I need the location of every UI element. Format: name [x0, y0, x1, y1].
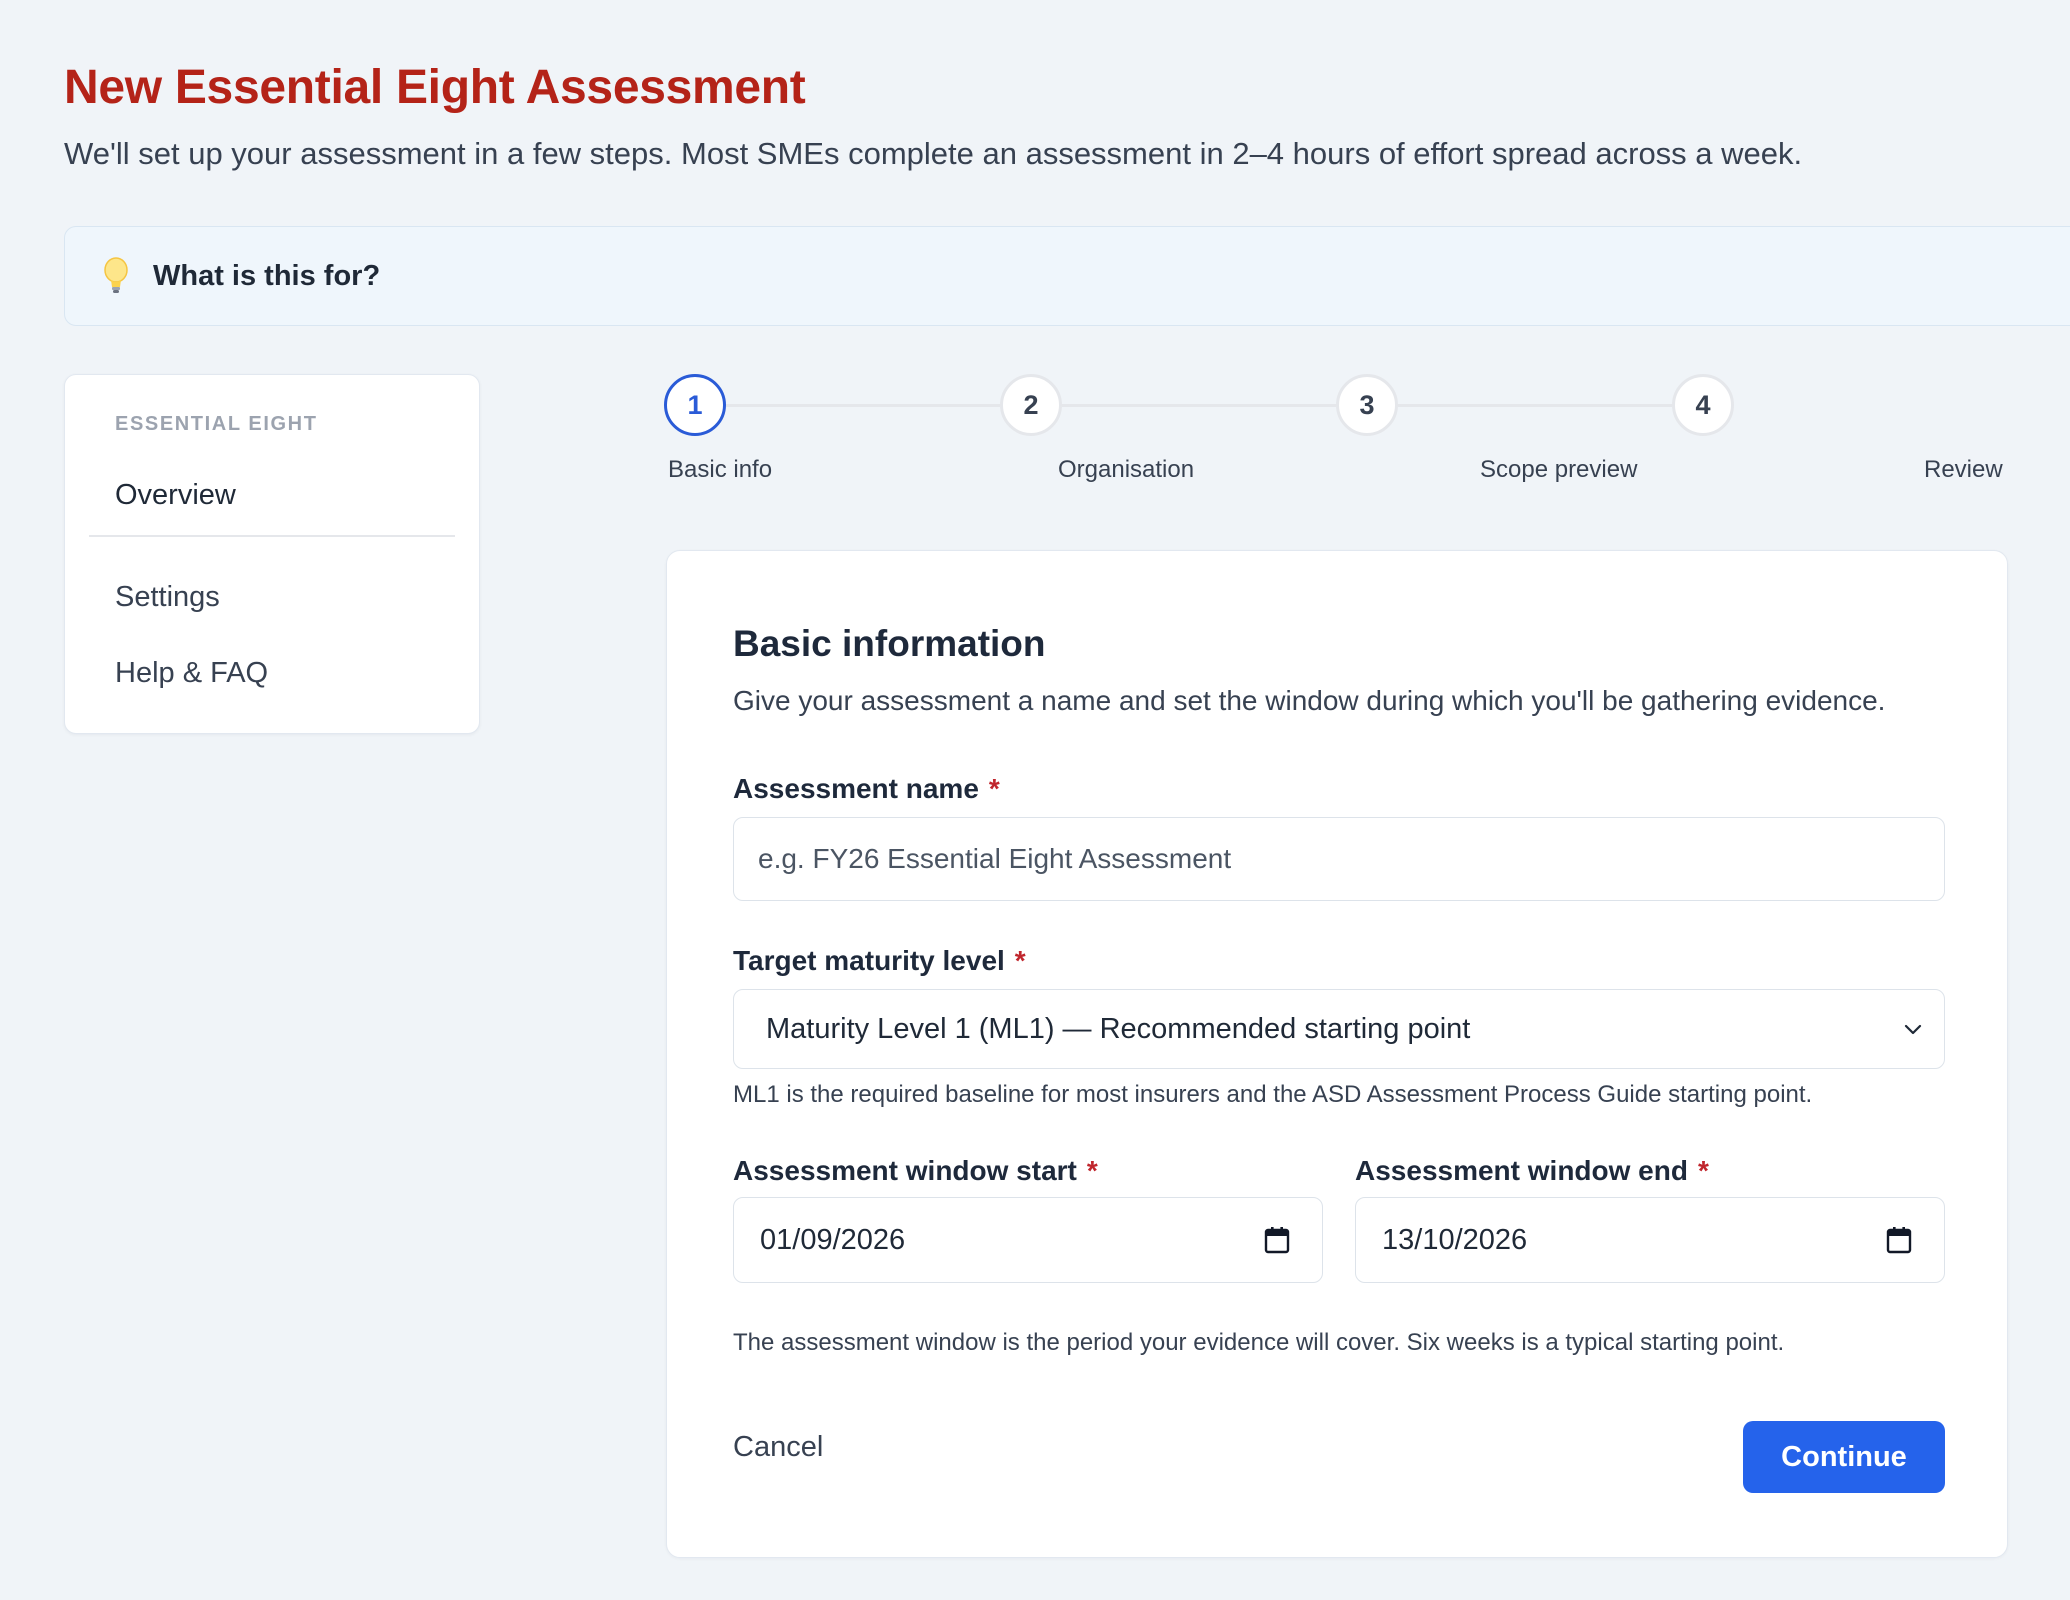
- progress-stepper: 1 2 3 4 Basic info Organisation Scope pr…: [664, 374, 2024, 494]
- step-3-label: Scope preview: [1480, 456, 1638, 483]
- step-connector: [726, 404, 1000, 407]
- required-marker: *: [1086, 1155, 1098, 1186]
- window-start-label-text: Assessment window start: [733, 1155, 1077, 1186]
- page-title: New Essential Eight Assessment: [64, 61, 806, 114]
- target-maturity-value: Maturity Level 1 (ML1) — Recommended sta…: [766, 1012, 1471, 1045]
- calendar-icon[interactable]: [1264, 1226, 1290, 1254]
- assessment-name-label-text: Assessment name: [733, 773, 979, 804]
- chevron-down-icon: [1904, 1024, 1922, 1035]
- target-maturity-label-text: Target maturity level: [733, 945, 1005, 976]
- assessment-name-label: Assessment name *: [733, 773, 1000, 805]
- window-end-date-input[interactable]: 13/10/2026: [1355, 1197, 1945, 1283]
- sidebar-divider: [89, 535, 455, 537]
- step-2-label: Organisation: [1058, 456, 1195, 483]
- sidebar-item-overview[interactable]: Overview: [115, 479, 236, 512]
- form-title: Basic information: [733, 623, 1046, 664]
- window-end-value: 13/10/2026: [1382, 1223, 1528, 1256]
- target-maturity-label: Target maturity level *: [733, 945, 1026, 977]
- banner-text: What is this for?: [153, 259, 381, 292]
- lightbulb-icon: [101, 256, 131, 296]
- step-1-label: Basic info: [668, 456, 773, 483]
- required-marker: *: [1697, 1155, 1709, 1186]
- step-2-indicator: 2: [1000, 374, 1062, 436]
- assessment-name-input[interactable]: [733, 817, 1945, 901]
- window-start-date-input[interactable]: 01/09/2026: [733, 1197, 1323, 1283]
- window-end-label-text: Assessment window end: [1355, 1155, 1688, 1186]
- step-4-label: Review: [1924, 456, 2003, 483]
- step-connector: [1398, 404, 1672, 407]
- target-maturity-select[interactable]: Maturity Level 1 (ML1) — Recommended sta…: [733, 989, 1945, 1069]
- required-marker: *: [988, 773, 1000, 804]
- window-start-value: 01/09/2026: [760, 1223, 906, 1256]
- step-1-indicator: 1: [664, 374, 726, 436]
- window-start-label: Assessment window start *: [733, 1155, 1098, 1187]
- maturity-help-text: ML1 is the required baseline for most in…: [733, 1081, 1813, 1108]
- step-connector: [1062, 404, 1336, 407]
- form-description: Give your assessment a name and set the …: [733, 685, 1886, 716]
- sidebar-item-settings[interactable]: Settings: [115, 581, 220, 614]
- info-banner[interactable]: What is this for?: [64, 226, 2070, 326]
- basic-info-card: Basic information Give your assessment a…: [666, 550, 2008, 1558]
- step-4-indicator: 4: [1672, 374, 1734, 436]
- window-help-text: The assessment window is the period your…: [733, 1329, 1785, 1356]
- continue-button[interactable]: Continue: [1743, 1421, 1945, 1493]
- sidebar-item-help-faq[interactable]: Help & FAQ: [115, 657, 268, 690]
- window-end-label: Assessment window end *: [1355, 1155, 1709, 1187]
- sidebar-section-label: ESSENTIAL EIGHT: [115, 413, 318, 435]
- sidebar: ESSENTIAL EIGHT Overview Settings Help &…: [64, 374, 480, 734]
- calendar-icon[interactable]: [1886, 1226, 1912, 1254]
- step-3-indicator: 3: [1336, 374, 1398, 436]
- required-marker: *: [1014, 945, 1026, 976]
- page-subtitle: We'll set up your assessment in a few st…: [64, 136, 1803, 171]
- cancel-button[interactable]: Cancel: [733, 1431, 823, 1464]
